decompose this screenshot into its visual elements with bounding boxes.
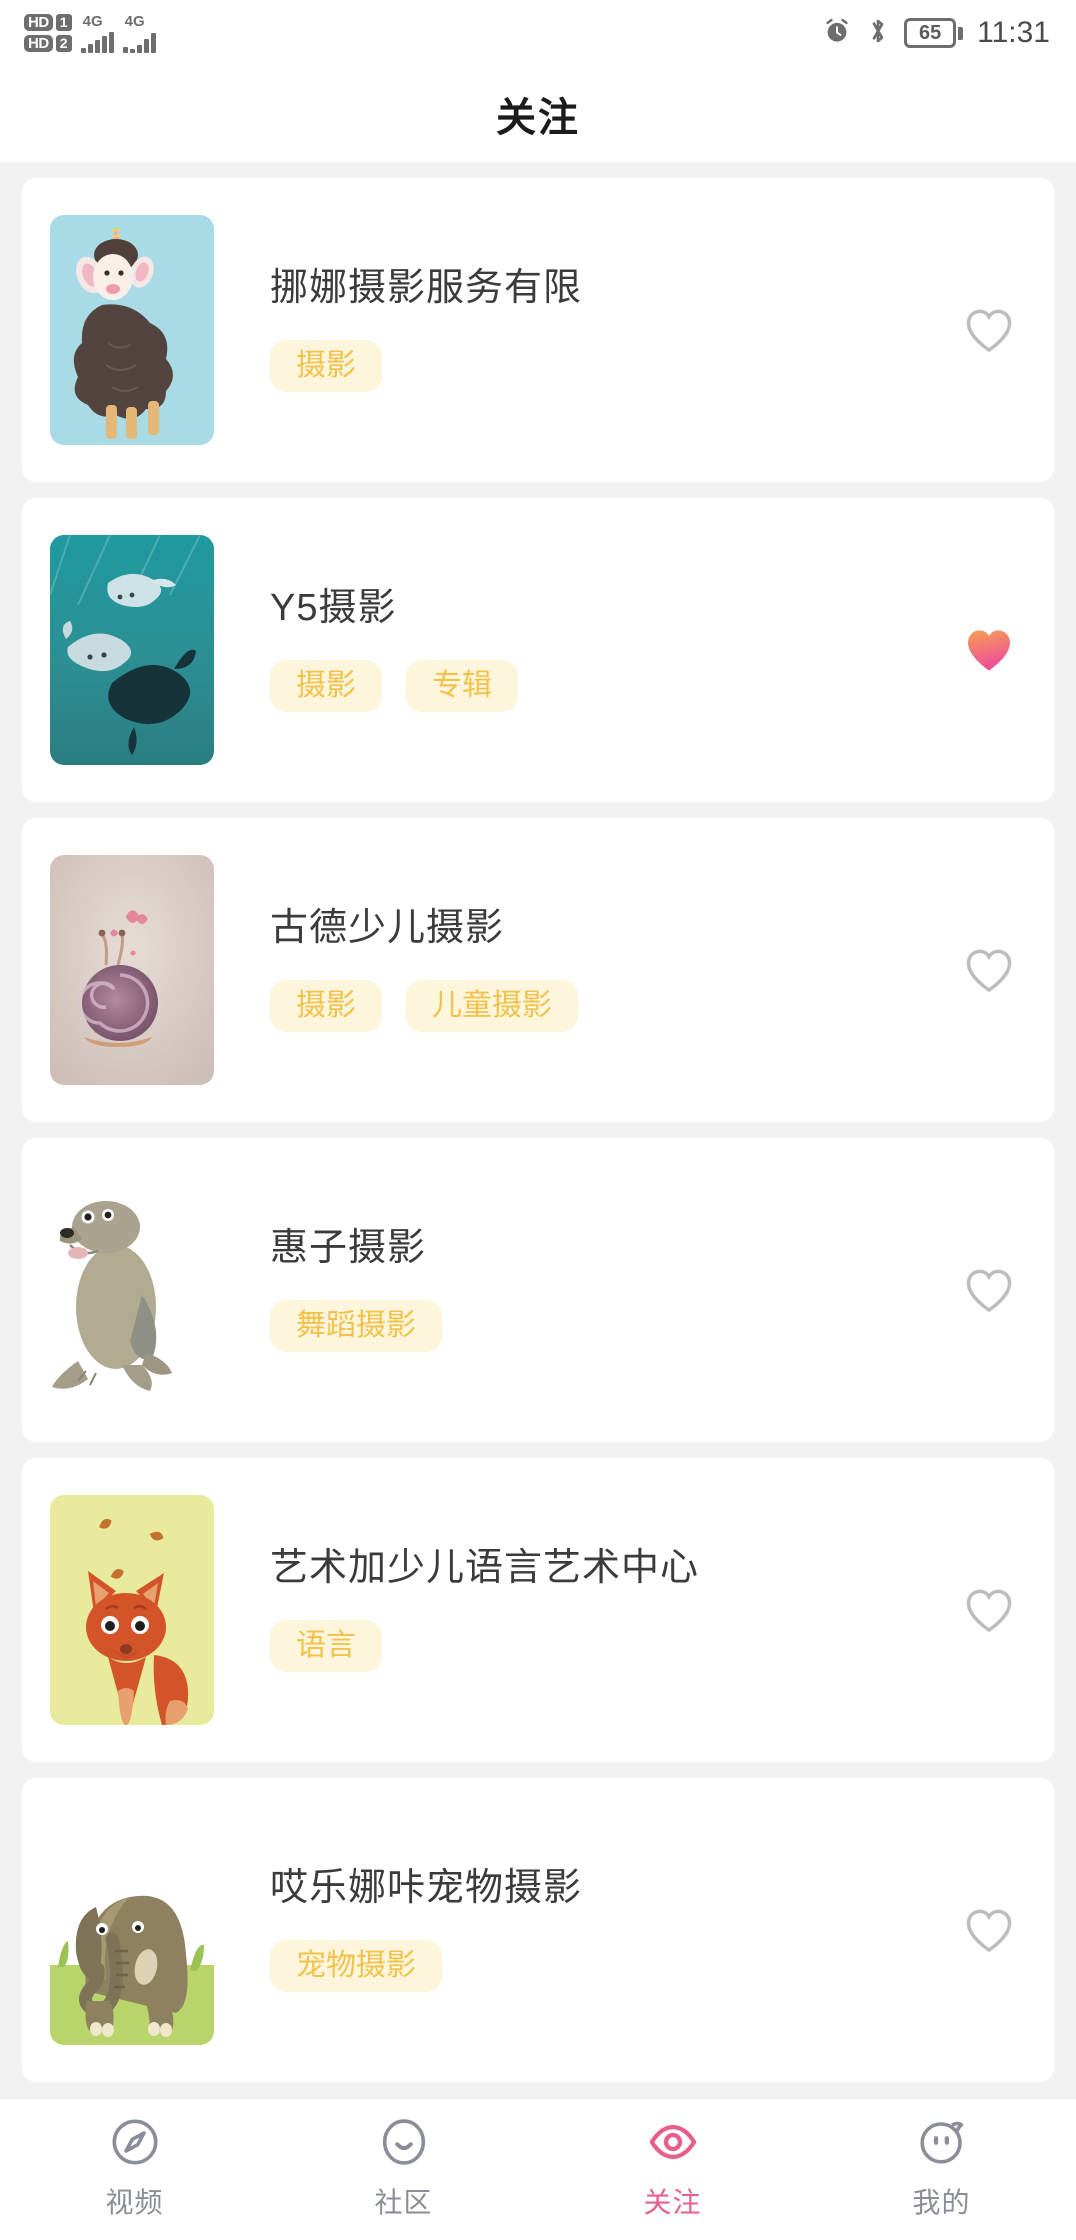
list-item[interactable]: Y5摄影 摄影 专辑 [22,498,1054,802]
page-title: 关注 [496,96,580,140]
sheep-unicorn-thumbnail[interactable] [50,215,214,445]
bottom-navigation[interactable]: 视频 社区 关注 我的 [0,2098,1076,2240]
favorite-button[interactable] [958,1899,1020,1961]
tag-chip[interactable]: 摄影 [270,339,382,392]
smiley-face-icon [382,2119,425,2165]
list-item[interactable]: 艺术加少儿语言艺术中心 语言 [22,1458,1054,1762]
tab-mine-label: 我的 [912,2187,971,2218]
tab-community-label: 社区 [374,2187,433,2218]
page-header: 关注 [0,66,1076,162]
network-type-2: 4G [124,12,145,30]
follow-list[interactable]: 挪娜摄影服务有限 摄影 Y5摄影 摄影 专辑 古德少儿摄影 摄影 儿童摄影 惠子… [0,162,1076,2098]
tag-chip[interactable]: 语言 [270,1619,382,1672]
list-item-title: 艺术加少儿语言艺术中心 [270,1547,700,1590]
heart-filled-icon [968,630,1010,671]
status-bar-left: HD 1 HD 2 4G 4G [24,14,156,53]
list-item-body: Y5摄影 摄影 专辑 [270,587,944,712]
compass-icon [112,2119,157,2165]
heart-outline-icon [966,309,1012,353]
list-item[interactable]: 哎乐娜咔宠物摄影 宠物摄影 [22,1778,1054,2082]
alarm-icon [822,16,852,51]
tab-video-label: 视频 [105,2187,164,2218]
signal-group-2: 4G [122,12,156,53]
elephant-grass-thumbnail[interactable] [50,1815,214,2045]
status-bar-clock: 11:31 [977,16,1050,49]
list-item-tags: 摄影 专辑 [270,659,944,712]
list-item-body: 哎乐娜咔宠物摄影 宠物摄影 [270,1867,944,1992]
tag-chip[interactable]: 专辑 [406,659,518,712]
status-bar-right: 65 11:31 [822,15,1050,52]
favorite-button[interactable] [958,619,1020,681]
tab-mine[interactable]: 我的 [807,2115,1076,2221]
fox-autumn-thumbnail[interactable] [50,1495,214,1725]
list-item-tags: 摄影 [270,339,944,392]
list-item-body: 艺术加少儿语言艺术中心 语言 [270,1547,944,1672]
tag-chip[interactable]: 儿童摄影 [406,979,578,1032]
list-item[interactable]: 挪娜摄影服务有限 摄影 [22,178,1054,482]
list-item-body: 古德少儿摄影 摄影 儿童摄影 [270,907,944,1032]
tag-chip[interactable]: 宠物摄影 [270,1939,442,1992]
list-item-title: 惠子摄影 [270,1227,427,1270]
list-item[interactable]: 古德少儿摄影 摄影 儿童摄影 [22,818,1054,1122]
hd-badge-2: HD [24,35,53,52]
tag-chip[interactable]: 摄影 [270,979,382,1032]
list-item-body: 挪娜摄影服务有限 摄影 [270,267,944,392]
list-item-title: Y5摄影 [270,587,397,630]
sim-number-1: 1 [55,14,72,31]
pig-face-icon [919,2121,963,2164]
signal-bars-icon-1 [80,31,114,53]
list-item[interactable]: 惠子摄影 舞蹈摄影 [22,1138,1054,1442]
list-item-tags: 舞蹈摄影 [270,1299,944,1352]
list-item-tags: 摄影 儿童摄影 [270,979,944,1032]
list-item-title: 哎乐娜咔宠物摄影 [270,1867,583,1910]
dual-sim-indicator: HD 1 HD 2 [24,14,72,52]
heart-outline-icon [966,1269,1012,1313]
tag-chip[interactable]: 摄影 [270,659,382,712]
sim1-row: HD 1 [24,14,72,31]
list-item-tags: 宠物摄影 [270,1939,944,1992]
heart-outline-icon [966,949,1012,993]
sim2-row: HD 2 [24,35,72,52]
battery-icon: 65 [904,18,964,48]
list-item-title: 挪娜摄影服务有限 [270,267,583,310]
eye-icon [649,2125,696,2159]
list-item-body: 惠子摄影 舞蹈摄影 [270,1227,944,1352]
snail-hearts-thumbnail[interactable] [50,855,214,1085]
favorite-button[interactable] [958,1259,1020,1321]
hd-badge-1: HD [24,14,53,31]
favorite-button[interactable] [958,1579,1020,1641]
status-bar: HD 1 HD 2 4G 4G 65 11:31 [0,0,1076,66]
list-item-tags: 语言 [270,1619,944,1672]
list-item-title: 古德少儿摄影 [270,907,505,950]
signal-group-1: 4G [80,12,114,53]
seal-thumbnail[interactable] [50,1175,214,1405]
sim-number-2: 2 [55,35,72,52]
battery-percent: 65 [919,22,942,44]
tab-follow[interactable]: 关注 [538,2115,807,2221]
tab-follow-label: 关注 [643,2187,702,2218]
heart-outline-icon [966,1589,1012,1633]
tab-community[interactable]: 社区 [269,2115,538,2221]
signal-bars-icon-2 [122,31,156,53]
bluetooth-icon [866,15,890,52]
app-screen: HD 1 HD 2 4G 4G 65 11:31 关注 挪娜摄影服务有限 摄影 … [0,0,1076,2240]
favorite-button[interactable] [958,939,1020,1001]
tab-video[interactable]: 视频 [0,2115,269,2221]
favorite-button[interactable] [958,299,1020,361]
network-type-1: 4G [82,12,103,30]
heart-outline-icon [966,1909,1012,1953]
tag-chip[interactable]: 舞蹈摄影 [270,1299,442,1352]
stingray-underwater-thumbnail[interactable] [50,535,214,765]
